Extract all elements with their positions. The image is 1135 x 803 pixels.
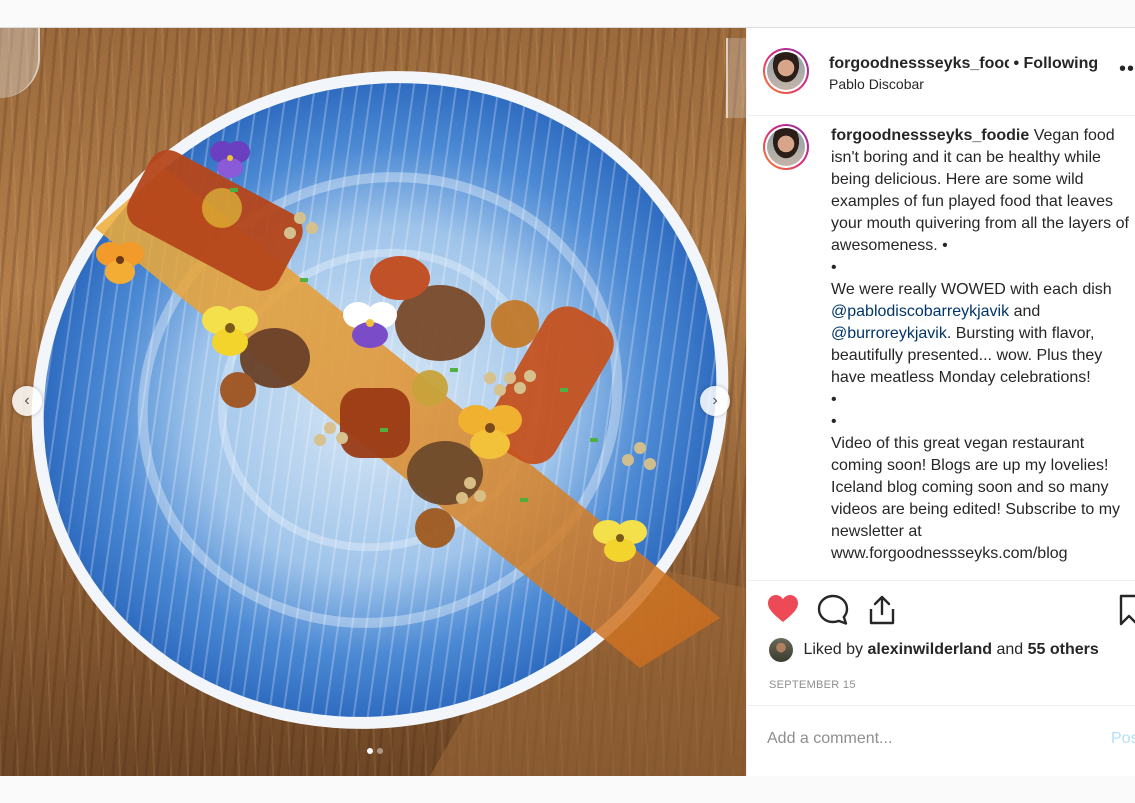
carousel-prev-button[interactable]: ‹	[12, 386, 42, 416]
carousel-dot	[377, 748, 383, 754]
avatar-image	[767, 52, 805, 90]
caption-area: forgoodnessseyks_foodie Vegan food isn't…	[747, 116, 1135, 581]
post-card: ‹ › forgoodnessseyks_food • Following Pa…	[0, 27, 1135, 776]
plate-illustration	[31, 71, 746, 776]
likes-summary: Liked by alexinwilderland and 55 others	[769, 638, 1099, 666]
comment-input[interactable]	[767, 730, 1067, 748]
caption-avatar[interactable]	[763, 124, 809, 170]
caption-paragraph-3: Video of this great vegan restaurant com…	[831, 435, 1121, 562]
following-button[interactable]: Following	[1024, 55, 1099, 72]
likes-others-link[interactable]: 55 others	[1028, 641, 1099, 658]
carousel-indicator	[367, 748, 383, 754]
action-bar	[747, 588, 1135, 634]
caption-bullet: •	[831, 391, 837, 408]
caption-paragraph-2: We were really WOWED with each dish	[831, 281, 1112, 298]
header-username[interactable]: forgoodnessseyks_food	[829, 55, 1009, 73]
post-side-panel: forgoodnessseyks_food • Following Pablo …	[746, 28, 1135, 776]
carousel-next-button[interactable]: ›	[700, 386, 730, 416]
carousel-dot-active	[367, 748, 373, 754]
heart-icon[interactable]	[767, 594, 799, 629]
avatar-image	[767, 128, 805, 166]
post-photo[interactable]: ‹ ›	[0, 28, 746, 776]
header-separator: •	[1013, 55, 1020, 72]
mention-link[interactable]: @pablodiscobarreykjavik	[831, 303, 1009, 320]
share-icon[interactable]	[867, 594, 897, 631]
chevron-right-icon: ›	[712, 392, 718, 409]
caption-text: forgoodnessseyks_foodie Vegan food isn't…	[831, 125, 1133, 565]
location-link[interactable]: Pablo Discobar	[829, 76, 924, 92]
post-header: forgoodnessseyks_food • Following Pablo …	[747, 28, 1135, 116]
caption-bullet: •	[831, 259, 837, 276]
post-date[interactable]: SEPTEMBER 15	[769, 679, 856, 691]
comment-bar: Post	[747, 705, 1135, 776]
liker-avatar[interactable]	[769, 638, 793, 662]
caption-paragraph-1: Vegan food isn't boring and it can be he…	[831, 127, 1129, 254]
caption-username[interactable]: forgoodnessseyks_foodie	[831, 127, 1029, 144]
liker-username[interactable]: alexinwilderland	[868, 641, 992, 658]
caption-bullet: •	[831, 413, 837, 430]
header-user-line: forgoodnessseyks_food • Following	[829, 55, 1098, 73]
comment-icon[interactable]	[817, 594, 849, 631]
post-comment-button[interactable]: Post	[1111, 730, 1135, 748]
likes-prefix: Liked by	[803, 641, 864, 659]
likes-and: and	[996, 641, 1024, 659]
bookmark-icon[interactable]	[1119, 594, 1135, 631]
caption-and: and	[1013, 303, 1041, 320]
mention-link[interactable]: @burroreykjavik	[831, 325, 947, 342]
chevron-left-icon: ‹	[24, 392, 30, 409]
more-options-icon[interactable]: •••	[1119, 58, 1135, 81]
avatar[interactable]	[763, 48, 809, 94]
